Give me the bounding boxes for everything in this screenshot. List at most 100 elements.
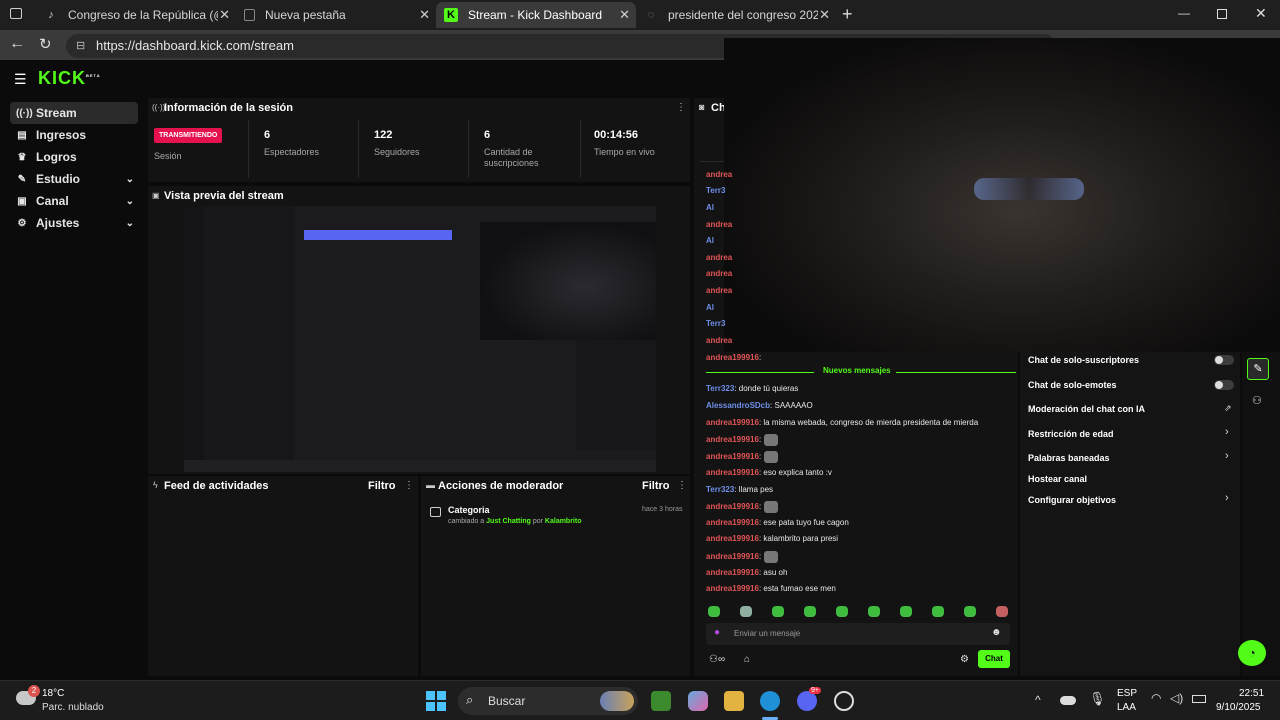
sidebar-item-logros[interactable]: ♛ Logros xyxy=(10,146,138,168)
chat-username[interactable]: Terr323 xyxy=(706,485,734,494)
clock-time[interactable]: 22:51 xyxy=(1239,688,1264,699)
emote-icon[interactable] xyxy=(708,606,720,617)
chat-input[interactable]: ● Enviar un mensaje ☻ xyxy=(706,623,1010,645)
emote-icon[interactable] xyxy=(740,606,752,617)
wifi-icon[interactable]: ◠ xyxy=(1151,691,1161,705)
close-icon[interactable]: ✕ xyxy=(419,7,430,23)
menu-icon[interactable]: ☰ xyxy=(14,71,27,88)
close-icon[interactable]: ✕ xyxy=(219,7,230,23)
chat-username[interactable]: andrea199916 xyxy=(706,452,759,461)
chat-username[interactable]: andrea199916 xyxy=(706,435,759,444)
sidebar-item-stream[interactable]: ((·)) Stream xyxy=(10,102,138,124)
minecraft-icon[interactable] xyxy=(651,691,671,711)
chat-username[interactable]: andrea199916 xyxy=(706,418,759,427)
mod-filter-button[interactable]: Filtro xyxy=(642,480,670,492)
setting-banned-words[interactable]: Palabras baneadas xyxy=(1028,453,1110,463)
users-chat-icon[interactable]: ⚇∞ xyxy=(709,654,725,665)
sidebar-item-canal[interactable]: ▣ Canal ⌄ xyxy=(10,190,138,212)
chat-username[interactable]: andrea xyxy=(706,220,732,229)
tab-kick-dashboard[interactable]: K Stream - Kick Dashboard ✕ xyxy=(436,2,636,28)
discord-icon[interactable] xyxy=(797,691,817,711)
tab-new[interactable]: Nueva pestaña ✕ xyxy=(236,2,436,28)
minimize-button[interactable]: — xyxy=(1178,6,1190,20)
emote-icon[interactable] xyxy=(996,606,1008,617)
taskbar-search[interactable]: ⌕ Buscar xyxy=(458,687,638,715)
emote-icon[interactable] xyxy=(964,606,976,617)
chat-username[interactable]: Terr3 xyxy=(706,319,725,328)
lang-2[interactable]: LAA xyxy=(1117,702,1136,713)
chat-username[interactable]: andrea199916 xyxy=(706,502,759,511)
emoji-icon[interactable]: ☻ xyxy=(991,627,1002,638)
activity-filter-button[interactable]: Filtro xyxy=(368,480,396,492)
emotes-only-toggle[interactable] xyxy=(1214,380,1234,390)
chat-username[interactable]: Al xyxy=(706,203,714,212)
setting-age-restriction[interactable]: Restricción de edad xyxy=(1028,429,1114,439)
chat-username[interactable]: andrea199916 xyxy=(706,468,759,477)
setting-ai-moderation[interactable]: Moderación del chat con IA xyxy=(1028,404,1145,414)
new-tab-button[interactable]: + xyxy=(842,4,853,25)
more-options-icon[interactable]: ⋮ xyxy=(404,480,414,491)
new-messages-divider[interactable]: Nuevos mensajes xyxy=(706,366,1016,378)
chat-username[interactable]: andrea xyxy=(706,253,732,262)
edge-icon[interactable] xyxy=(760,691,780,711)
external-link-icon[interactable]: ⇗ xyxy=(1224,403,1232,414)
more-options-icon[interactable]: ⋮ xyxy=(677,480,687,491)
close-icon[interactable]: ✕ xyxy=(819,7,830,23)
sidebar-item-ingresos[interactable]: ▤ Ingresos xyxy=(10,124,138,146)
sidebar-item-ajustes[interactable]: ⚙ Ajustes ⌄ xyxy=(10,212,138,234)
emote-icon[interactable] xyxy=(932,606,944,617)
back-icon[interactable]: ← xyxy=(9,35,25,53)
setting-goals[interactable]: Configurar objetivos xyxy=(1028,495,1116,505)
mic-icon[interactable]: ● xyxy=(714,627,720,638)
chat-username[interactable]: andrea xyxy=(706,170,732,179)
close-window-button[interactable]: ✕ xyxy=(1255,5,1267,22)
weather-widget[interactable]: 2 18°C Parc. nublado xyxy=(14,685,134,717)
chat-send-button[interactable]: Chat xyxy=(978,650,1010,668)
chat-username[interactable]: Terr3 xyxy=(706,186,725,195)
setting-host-channel[interactable]: Hostear canal xyxy=(1028,474,1087,484)
emote-icon[interactable] xyxy=(772,606,784,617)
setting-subs-only[interactable]: Chat de solo-suscriptores xyxy=(1028,355,1139,365)
chat-username[interactable]: andrea199916 xyxy=(706,552,759,561)
chat-username[interactable]: andrea xyxy=(706,269,732,278)
subs-only-toggle[interactable] xyxy=(1214,355,1234,365)
tab-list-icon[interactable] xyxy=(10,8,22,19)
chat-username[interactable]: Al xyxy=(706,236,714,245)
lang-1[interactable]: ESP xyxy=(1117,688,1137,699)
site-info-icon[interactable]: ⊟ xyxy=(76,34,85,58)
clock-date[interactable]: 9/10/2025 xyxy=(1216,702,1261,713)
kick-logo[interactable]: KICKBETA xyxy=(38,68,101,89)
more-options-icon[interactable]: ⋮ xyxy=(676,102,686,113)
obs-icon[interactable] xyxy=(834,691,854,711)
settings-wrench-icon[interactable]: ✎ xyxy=(1247,358,1269,380)
chat-username[interactable]: andrea xyxy=(706,336,732,345)
volume-icon[interactable]: ◁) xyxy=(1170,691,1183,705)
chat-username[interactable]: Al xyxy=(706,303,714,312)
chat-username[interactable]: andrea xyxy=(706,286,732,295)
gift-icon[interactable]: ⌂ xyxy=(744,654,750,665)
chevron-up-icon[interactable]: ^ xyxy=(1035,693,1041,707)
tab-search[interactable]: ◌ presidente del congreso 2025 de ✕ xyxy=(636,2,836,28)
reload-icon[interactable]: ↻ xyxy=(39,35,52,53)
tab-tiktok[interactable]: ♪ Congreso de la República (@cong ✕ xyxy=(36,2,236,28)
stream-preview-video[interactable] xyxy=(184,206,656,472)
emote-icon[interactable] xyxy=(804,606,816,617)
setting-emotes-only[interactable]: Chat de solo-emotes xyxy=(1028,380,1117,390)
onedrive-icon[interactable] xyxy=(1060,696,1076,705)
support-chat-button[interactable]: ◔ xyxy=(1238,640,1266,666)
emote-icon[interactable] xyxy=(868,606,880,617)
start-button[interactable] xyxy=(426,691,446,711)
chat-username[interactable]: andrea199916 xyxy=(706,584,759,593)
sidebar-item-estudio[interactable]: ✎ Estudio ⌄ xyxy=(10,168,138,190)
file-explorer-icon[interactable] xyxy=(724,691,744,711)
copilot-icon[interactable] xyxy=(688,691,708,711)
emote-icon[interactable] xyxy=(836,606,848,617)
close-icon[interactable]: ✕ xyxy=(619,7,630,23)
chat-username[interactable]: andrea199916 xyxy=(706,353,759,362)
chat-username[interactable]: andrea199916 xyxy=(706,534,759,543)
chat-username[interactable]: Terr323 xyxy=(706,384,734,393)
battery-icon[interactable] xyxy=(1192,695,1206,703)
chat-username[interactable]: andrea199916 xyxy=(706,518,759,527)
chat-settings-icon[interactable]: ⚙ xyxy=(960,654,969,665)
chat-username[interactable]: AlessandroSDcb xyxy=(706,401,770,410)
